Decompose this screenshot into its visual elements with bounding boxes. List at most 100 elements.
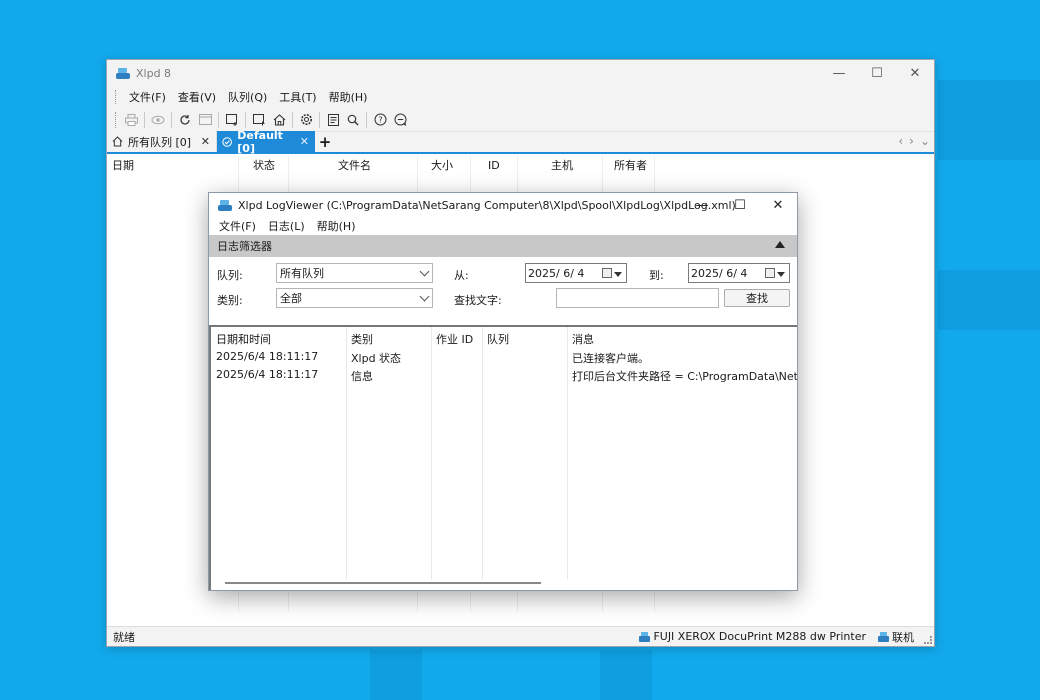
minimize-button[interactable]: —: [683, 193, 721, 217]
tab-prev-icon[interactable]: ‹: [898, 134, 903, 148]
horizontal-scrollbar[interactable]: [225, 582, 541, 584]
new-queue-icon[interactable]: [249, 110, 269, 130]
calendar-icon[interactable]: [765, 268, 775, 278]
dropdown-arrow-icon[interactable]: [614, 272, 622, 277]
tab-all-queues[interactable]: 所有队列 [0] ✕: [107, 131, 217, 152]
log-icon[interactable]: [323, 110, 343, 130]
collapse-arrow-icon[interactable]: [775, 241, 785, 248]
add-window-icon[interactable]: [222, 110, 242, 130]
row-message: 打印后台文件夹路径 = C:\ProgramData\NetSar: [572, 370, 797, 383]
background-tile: [600, 650, 652, 700]
menu-queue[interactable]: 队列(Q): [222, 89, 273, 105]
log-viewer-window: Xlpd LogViewer (C:\ProgramData\NetSarang…: [208, 192, 798, 591]
tab-default[interactable]: Default [0] ✕: [217, 128, 315, 155]
column-size[interactable]: 大小: [431, 154, 453, 176]
column-divider: [482, 327, 483, 579]
filter-header[interactable]: 日志筛选器: [209, 235, 797, 257]
tab-label: Default [0]: [237, 128, 283, 155]
to-date-picker[interactable]: 2025/ 6/ 4: [688, 263, 790, 283]
main-titlebar[interactable]: Xlpd 8 — ☐ ✕: [107, 60, 934, 86]
type-select-value: 全部: [280, 292, 302, 305]
find-text-label: 查找文字:: [454, 294, 502, 307]
refresh-icon[interactable]: [175, 110, 195, 130]
feedback-icon[interactable]: [390, 110, 410, 130]
row-category: Xlpd 状态: [351, 352, 402, 365]
column-datetime[interactable]: 日期和时间: [216, 331, 271, 347]
toolbar-grip[interactable]: [115, 111, 117, 128]
queue-select-value: 所有队列: [280, 267, 324, 280]
online-label: 联机: [892, 630, 914, 644]
help-icon[interactable]: ?: [370, 110, 390, 130]
menu-tools[interactable]: 工具(T): [273, 89, 322, 105]
chevron-down-icon: [419, 266, 430, 277]
menu-view[interactable]: 查看(V): [172, 89, 222, 105]
print-icon[interactable]: [121, 110, 141, 130]
filter-panel: 队列: 所有队列 类别: 全部 从: 2025/ 6/ 4 到: 2025/ 6…: [209, 257, 797, 325]
queue-label: 队列:: [217, 269, 243, 282]
to-date-value: 2025/ 6/ 4: [691, 266, 748, 280]
chevron-down-icon: [419, 291, 430, 302]
type-label: 类别:: [217, 294, 243, 307]
to-label: 到:: [649, 269, 664, 282]
column-category[interactable]: 类别: [351, 331, 373, 347]
view-eye-icon[interactable]: [148, 110, 168, 130]
background-tile: [370, 650, 422, 700]
column-filename[interactable]: 文件名: [338, 154, 371, 176]
column-owner[interactable]: 所有者: [614, 154, 647, 176]
main-toolbar: ?: [107, 108, 934, 132]
from-date-value: 2025/ 6/ 4: [528, 266, 585, 280]
home-icon[interactable]: [269, 110, 289, 130]
queue-select[interactable]: 所有队列: [276, 263, 433, 283]
status-ready: 就绪: [113, 630, 135, 644]
tab-next-icon[interactable]: ›: [909, 134, 914, 148]
search-icon[interactable]: [343, 110, 363, 130]
maximize-button[interactable]: ☐: [721, 193, 759, 217]
log-viewer-titlebar[interactable]: Xlpd LogViewer (C:\ProgramData\NetSarang…: [209, 193, 797, 217]
menu-help[interactable]: 帮助(H): [311, 218, 362, 234]
printer-app-icon: [116, 67, 130, 79]
find-button[interactable]: 查找: [724, 289, 790, 307]
svg-text:?: ?: [378, 115, 382, 124]
column-host[interactable]: 主机: [551, 154, 573, 176]
close-button[interactable]: ✕: [896, 60, 934, 86]
close-button[interactable]: ✕: [759, 193, 797, 217]
tab-label: 所有队列 [0]: [128, 135, 192, 149]
menubar-grip[interactable]: [115, 90, 117, 104]
printer-name: FUJI XEROX DocuPrint M288 dw Printer: [653, 630, 866, 643]
tab-close-icon[interactable]: ✕: [300, 135, 309, 148]
column-date[interactable]: 日期: [112, 154, 134, 176]
column-job-id[interactable]: 作业 ID: [436, 331, 473, 347]
window-icon[interactable]: [195, 110, 215, 130]
row-message: 已连接客户端。: [572, 352, 649, 365]
queue-tabs: 所有队列 [0] ✕ Default [0] ✕ + ‹ › ⌄: [107, 128, 934, 155]
calendar-icon[interactable]: [602, 268, 612, 278]
from-label: 从:: [454, 269, 469, 282]
dropdown-arrow-icon[interactable]: [777, 272, 785, 277]
menu-file[interactable]: 文件(F): [213, 218, 262, 234]
status-printer: FUJI XEROX DocuPrint M288 dw Printer: [639, 630, 866, 643]
find-text-input[interactable]: [556, 288, 719, 308]
tab-menu-icon[interactable]: ⌄: [920, 134, 930, 148]
column-queue[interactable]: 队列: [487, 331, 509, 347]
log-viewer-title: Xlpd LogViewer (C:\ProgramData\NetSarang…: [238, 198, 736, 212]
tab-close-icon[interactable]: ✕: [201, 135, 210, 148]
type-select[interactable]: 全部: [276, 288, 433, 308]
column-id[interactable]: ID: [488, 154, 500, 176]
row-category: 信息: [351, 370, 373, 383]
resize-grip[interactable]: [924, 636, 932, 644]
column-status[interactable]: 状态: [253, 154, 275, 176]
settings-gear-icon[interactable]: [296, 110, 316, 130]
from-date-picker[interactable]: 2025/ 6/ 4: [525, 263, 627, 283]
minimize-button[interactable]: —: [820, 60, 858, 86]
menu-log[interactable]: 日志(L): [262, 218, 311, 234]
column-message[interactable]: 消息: [572, 331, 594, 347]
background-tile: [938, 80, 1040, 160]
menu-file[interactable]: 文件(F): [123, 89, 172, 105]
row-datetime: 2025/6/4 18:11:17: [216, 350, 319, 363]
log-viewer-menubar: 文件(F) 日志(L) 帮助(H): [209, 217, 797, 235]
add-tab-button[interactable]: +: [315, 131, 335, 152]
printer-app-icon: [218, 199, 232, 211]
menu-help[interactable]: 帮助(H): [323, 89, 374, 105]
background-tile: [938, 270, 1040, 330]
maximize-button[interactable]: ☐: [858, 60, 896, 86]
